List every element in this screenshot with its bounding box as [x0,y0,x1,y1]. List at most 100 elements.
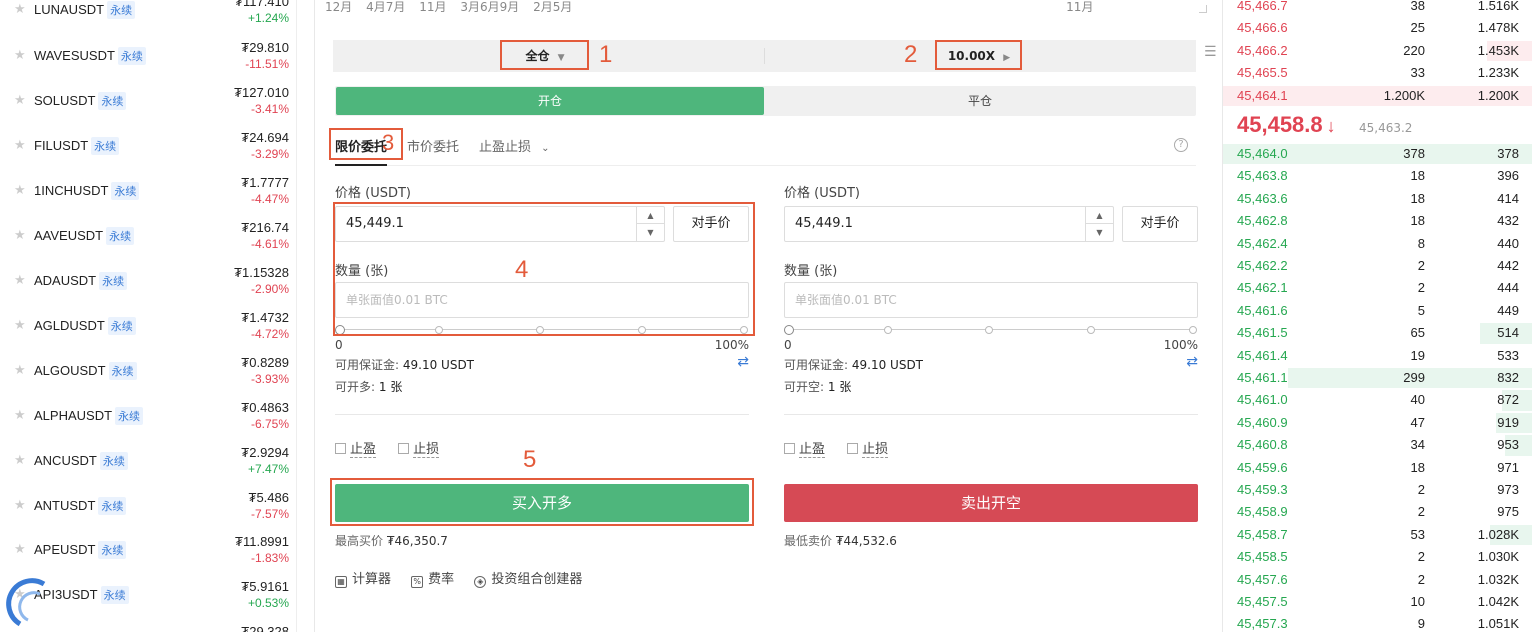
star-icon[interactable]: ★ [14,138,26,153]
bid-row[interactable]: 45,464.0378378 [1223,143,1532,165]
market-change: -4.47% [251,192,289,206]
tab-close-position[interactable]: 平仓 [765,86,1195,116]
bid-price: 45,458.7 [1237,527,1288,542]
bid-row[interactable]: 45,457.621.032K [1223,569,1532,591]
market-row[interactable]: ★ANCUSDT永续₮2.9294+7.47% [0,439,297,484]
bid-row[interactable]: 45,460.834953 [1223,434,1532,456]
bid-row[interactable]: 45,461.65449 [1223,300,1532,322]
star-icon[interactable]: ★ [14,542,26,557]
bid-row[interactable]: 45,460.947919 [1223,412,1532,434]
bid-price: 45,462.4 [1237,236,1288,251]
bid-amount: 5 [1343,303,1425,318]
divider [764,48,765,64]
star-icon[interactable]: ★ [14,273,26,288]
take-profit-checkbox[interactable] [335,443,346,454]
stop-loss-checkbox[interactable] [847,443,858,454]
portfolio-builder-link[interactable]: ◈投资组合创建器 [474,572,582,587]
tab-market-order[interactable]: 市价委托 [407,136,459,155]
slider-stop[interactable] [884,326,892,334]
market-row[interactable]: ★AGLDUSDT永续₮1.4732-4.72% [0,304,297,349]
market-row[interactable]: ★SOLUSDT永续₮127.010-3.41% [0,79,297,124]
chart-date-axis: 12月 4月7月 11月 3月6月9月 2月5月 11月 [325,0,1103,15]
price-input[interactable]: 45,449.1 ▲ ▼ [784,206,1114,242]
bid-total: 396 [1497,168,1519,183]
star-icon[interactable]: ★ [14,318,26,333]
market-row[interactable]: ★AAVEUSDT永续₮216.74-4.61% [0,214,297,259]
market-row[interactable]: ★FILUSDT永续₮24.694-3.29% [0,124,297,169]
step-down-icon[interactable]: ▼ [1086,224,1113,241]
star-icon[interactable]: ★ [14,2,26,17]
tab-open-position[interactable]: 开仓 [336,87,764,115]
bid-row[interactable]: 45,463.618414 [1223,188,1532,210]
slider-stop[interactable] [985,326,993,334]
market-row[interactable]: ★LUNAUSDT永续₮117.410+1.24% [0,0,297,33]
star-icon[interactable]: ★ [14,408,26,423]
ask-row[interactable]: 45,465.5331.233K [1223,62,1532,84]
market-row[interactable]: ★ADAUSDT永续₮1.15328-2.90% [0,259,297,304]
sell-open-short-button[interactable]: 卖出开空 [784,484,1198,522]
transfer-icon[interactable]: ⇄ [737,354,749,370]
divider [335,414,749,415]
star-icon[interactable]: ★ [14,498,26,513]
star-icon[interactable]: ★ [14,363,26,378]
bid-row[interactable]: 45,462.818432 [1223,210,1532,232]
bid-row[interactable]: 45,461.040872 [1223,389,1532,411]
slider-max-label: 100% [1164,338,1198,352]
tab-stop-order[interactable]: 止盈止损 ⌄ [479,136,550,155]
bid-row[interactable]: 45,459.618971 [1223,457,1532,479]
star-icon[interactable]: ★ [14,183,26,198]
market-row[interactable]: ★APEUSDT永续₮11.8991-1.83% [0,528,297,573]
bid-row[interactable]: 45,461.1299832 [1223,367,1532,389]
bid-row[interactable]: 45,461.419533 [1223,345,1532,367]
market-price: ₮2.9294 [241,445,289,460]
market-symbol: LUNAUSDT永续 [34,1,135,19]
transfer-icon[interactable]: ⇄ [1186,354,1198,370]
divider [784,414,1198,415]
market-symbol: WAVESUSDT永续 [34,47,146,65]
slider-handle[interactable] [784,325,794,335]
perpetual-badge: 永续 [99,272,127,290]
market-row[interactable]: ★ALPHAUSDT永续₮0.4863-6.75% [0,394,297,439]
bid-row[interactable]: 45,461.565514 [1223,322,1532,344]
star-icon[interactable]: ★ [14,48,26,63]
counterparty-price-button[interactable]: 对手价 [1122,206,1198,242]
take-profit-checkbox[interactable] [784,443,795,454]
bid-row[interactable]: 45,458.7531.028K [1223,524,1532,546]
menu-icon[interactable]: ☰ [1204,44,1217,60]
market-list: ★LUNAUSDT永续₮117.410+1.24%★WAVESUSDT永续₮29… [0,0,297,632]
ask-total: 1.453K [1478,43,1519,58]
market-row[interactable]: ★WAVESUSDT永续₮29.810-11.51% [0,34,297,79]
market-row[interactable]: ★1INCHUSDT永续₮1.7777-4.47% [0,169,297,214]
available-margin: 可用保证金: 49.10 USDT [335,356,474,373]
quantity-input[interactable]: 单张面值0.01 BTC [784,282,1198,318]
bid-row[interactable]: 45,462.12444 [1223,277,1532,299]
quantity-slider[interactable] [784,326,1198,334]
stop-loss-checkbox[interactable] [398,443,409,454]
bid-row[interactable]: 45,459.32973 [1223,479,1532,501]
market-row[interactable]: ★ANTUSDT永续₮5.486-7.57% [0,484,297,529]
bid-row[interactable]: 45,463.818396 [1223,165,1532,187]
ask-row[interactable]: 45,466.6251.478K [1223,17,1532,39]
fee-rate-link[interactable]: %费率 [411,572,454,587]
step-up-icon[interactable]: ▲ [1086,207,1113,224]
slider-stop[interactable] [1087,326,1095,334]
bid-row[interactable]: 45,457.5101.042K [1223,591,1532,613]
bid-row[interactable]: 45,462.48440 [1223,233,1532,255]
ask-row[interactable]: 45,466.7381.516K [1223,0,1532,17]
price-stepper[interactable]: ▲ ▼ [1085,207,1113,241]
bid-row[interactable]: 45,462.22442 [1223,255,1532,277]
bid-row[interactable]: 45,458.92975 [1223,501,1532,523]
slider-stop[interactable] [1189,326,1197,334]
help-icon[interactable]: ? [1174,138,1188,152]
market-row[interactable]: ★ALGOUSDT永续₮0.8289-3.93% [0,349,297,394]
star-icon[interactable]: ★ [14,228,26,243]
bid-row[interactable]: 45,457.391.051K [1223,613,1532,632]
bid-amount: 18 [1343,168,1425,183]
resize-corner-icon[interactable] [1199,5,1207,13]
ask-row[interactable]: 45,464.11.200K1.200K [1223,85,1532,107]
ask-row[interactable]: 45,466.22201.453K [1223,40,1532,62]
star-icon[interactable]: ★ [14,93,26,108]
bid-row[interactable]: 45,458.521.030K [1223,546,1532,568]
calculator-link[interactable]: ▦计算器 [335,572,391,587]
star-icon[interactable]: ★ [14,453,26,468]
